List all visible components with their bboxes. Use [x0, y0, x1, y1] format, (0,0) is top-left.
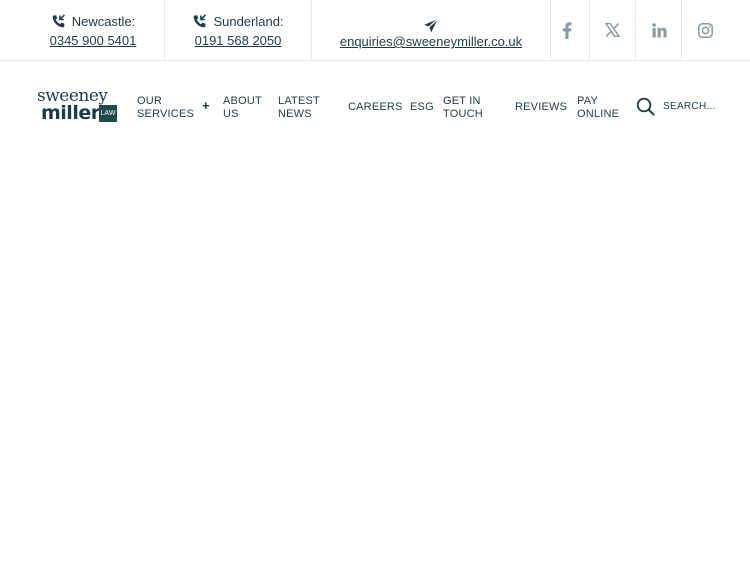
sweeney-miller-logo[interactable]: sweeney miller LAW	[37, 86, 119, 124]
nav-esg[interactable]: ESG	[410, 101, 434, 114]
nav-careers[interactable]: CAREERS	[348, 101, 403, 114]
nav-our-services[interactable]: OUR SERVICES	[137, 95, 194, 121]
nav-about-us[interactable]: ABOUT US	[223, 95, 262, 121]
search-icon[interactable]	[636, 97, 655, 121]
logo-text-miller: miller	[41, 102, 100, 124]
linkedin-icon[interactable]	[636, 0, 682, 60]
sunderland-contact: Sunderland: 0191 568 2050	[165, 0, 311, 60]
nav-reviews[interactable]: REVIEWS	[515, 101, 567, 114]
search-input[interactable]	[663, 99, 733, 114]
sunderland-label: Sunderland:	[213, 14, 284, 29]
x-icon[interactable]	[589, 0, 635, 60]
main-navigation: sweeney miller LAW OUR SERVICES + ABOUT …	[0, 61, 750, 151]
nav-latest-news[interactable]: LATEST NEWS	[278, 95, 320, 121]
instagram-icon[interactable]	[682, 0, 728, 60]
nav-pay-online[interactable]: PAY ONLINE	[577, 95, 619, 121]
newcastle-phone-link[interactable]: 0345 900 5401	[22, 33, 164, 48]
newcastle-contact: Newcastle: 0345 900 5401	[22, 0, 164, 60]
phone-icon	[51, 14, 66, 32]
phone-icon	[192, 14, 207, 32]
nav-get-in-touch[interactable]: GET IN TOUCH	[443, 95, 483, 121]
expand-services-icon[interactable]: +	[202, 98, 210, 113]
email-link[interactable]: enquiries@sweeneymiller.co.uk	[312, 34, 550, 49]
newcastle-label: Newcastle:	[71, 14, 136, 29]
sunderland-phone-link[interactable]: 0191 568 2050	[165, 33, 311, 48]
logo-law-badge: LAW	[99, 105, 117, 122]
top-contact-bar: Newcastle: 0345 900 5401 Sunderland: 019…	[0, 0, 750, 61]
email-contact: enquiries@sweeneymiller.co.uk	[312, 0, 550, 60]
facebook-icon[interactable]	[544, 0, 590, 60]
